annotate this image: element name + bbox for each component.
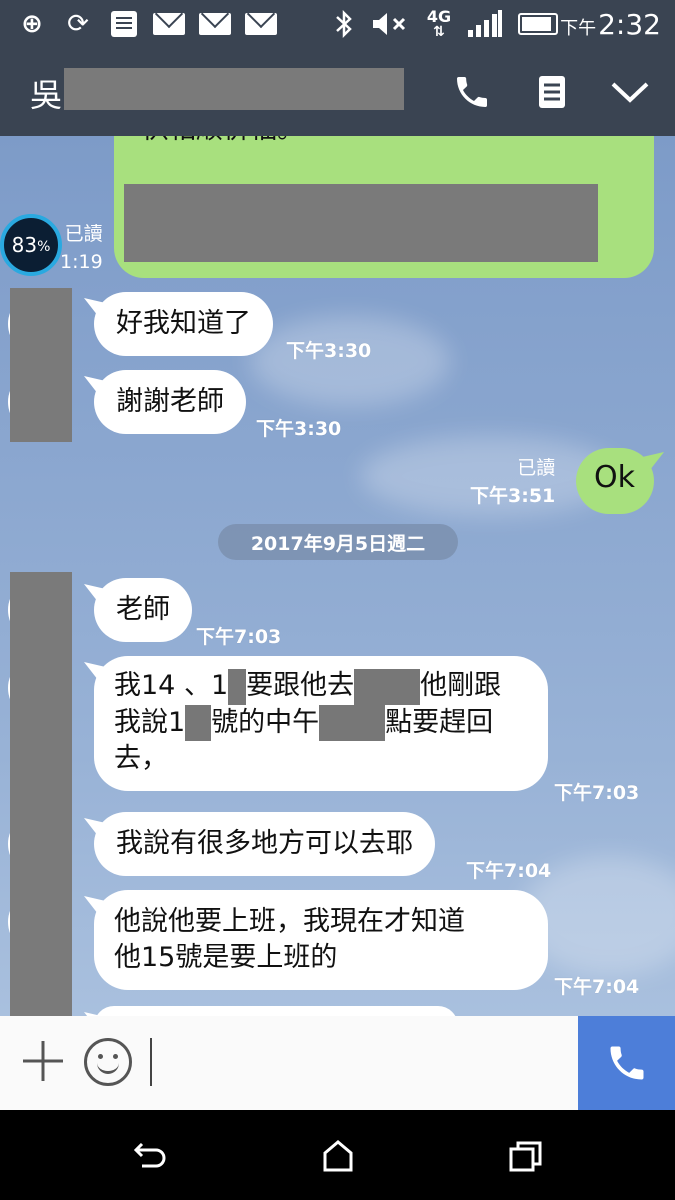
status-time-value: 2:32 [598,8,661,41]
plus-icon[interactable] [18,1036,68,1086]
network-4g-icon: 4G ⇅ [426,7,452,40]
mail-icon [244,10,278,38]
incoming-message-bubble[interactable]: 好我知道了 [94,292,273,356]
back-icon[interactable] [130,1136,170,1176]
read-receipt: 已讀 下午3:51 [470,454,555,510]
status-time-prefix: 下午 [560,18,597,39]
message-time: 下午7:03 [196,626,282,648]
message-text: 我說有很多地方可以去耶 [116,828,413,859]
message-time: 下午7:04 [466,860,552,882]
incoming-message-bubble[interactable]: 謝謝老師 [94,370,246,434]
read-receipt: 已讀 1:19 [60,220,103,276]
message-time: 1:19 [60,251,103,273]
recents-icon[interactable] [506,1136,546,1176]
notes-icon[interactable] [528,68,576,116]
incoming-message-bubble[interactable]: 我14 、1 要跟他去 他剛跟 我說1 號的中午 點要趕回 去， [94,656,548,791]
message-line: 我14 、1 要跟他去 他剛跟 [114,668,528,705]
redacted-avatar [10,572,72,1016]
message-text: 我14 、1 [114,670,229,701]
mail-icon [198,10,232,38]
bluetooth-icon [332,9,356,39]
chat-area[interactable]: 供相顺併福。 已讀 1:19 83% 好我知道了 下午3:30 謝謝老師 下午3… [0,136,675,1016]
redacted-text [319,705,386,741]
redacted-text [354,668,421,705]
battery-icon [516,10,560,38]
message-text: Ok [594,460,635,495]
chat-header: 吳 [0,48,675,136]
gauge-value: 83 [11,233,38,257]
status-time: 下午 2:32 [560,8,661,41]
date-divider: 2017年9月5日週二 [218,524,458,560]
sync-icon: ⟳ [67,9,89,39]
document-icon [110,10,138,38]
outgoing-message-bubble[interactable]: Ok [576,448,654,514]
emoji-icon[interactable] [84,1038,132,1086]
mute-icon [370,10,410,38]
incoming-message-bubble[interactable]: 我說有很多地方可以去耶 [94,812,435,876]
message-text: 老師 [116,594,170,625]
status-bar: ⊕ ⟳ 4G ⇅ 下午 2:32 [0,0,675,48]
message-time: 下午7:03 [554,782,640,804]
network-label: 4G [426,7,452,26]
message-line: 去， [114,741,528,777]
phone-icon[interactable] [448,68,496,116]
incoming-message-bubble[interactable] [94,1006,458,1016]
date-divider-label: 2017年9月5日週二 [250,532,426,555]
read-label: 已讀 [64,223,103,245]
incoming-message-bubble[interactable]: 他說他要上班，我現在才知道 他15號是要上班的 [94,890,548,990]
message-text: 去， [114,743,168,774]
message-text: 好我知道了 [116,308,251,339]
redacted-text [228,668,247,705]
message-time: 下午3:30 [286,340,372,362]
battery-overlay-gauge: 83% [0,214,62,276]
text-cursor [150,1038,152,1086]
chevron-down-icon[interactable] [606,68,654,116]
call-icon[interactable] [578,1016,675,1110]
message-text: 號的中午 [211,706,320,738]
message-time: 下午3:30 [256,418,342,440]
message-text: 他說他要上班，我現在才知道 [114,906,465,937]
mail-icon [152,10,186,38]
message-time: 下午3:51 [470,485,556,507]
message-text: 我說1 [114,706,186,738]
message-time: 下午7:04 [554,976,640,998]
gauge-unit: % [37,239,51,255]
message-text: 謝謝老師 [116,386,224,417]
message-text: 供相顺併福。 [142,136,304,144]
contact-name[interactable]: 吳 [30,70,62,116]
message-input[interactable] [148,1036,568,1088]
home-icon[interactable] [318,1136,358,1176]
outgoing-message-bubble[interactable]: 供相顺併福。 [114,136,654,278]
read-label: 已讀 [517,457,556,479]
add-icon: ⊕ [21,9,43,39]
redacted-name [64,68,404,110]
message-line: 我說1 號的中午 點要趕回 [114,705,528,741]
message-text: 他剛跟 [420,670,502,701]
redacted-content [124,184,598,262]
signal-icon [466,10,504,38]
message-text: 他15號是要上班的 [114,942,338,973]
redacted-avatar [10,288,72,442]
incoming-message-bubble[interactable]: 老師 [94,578,192,642]
message-text: 點要趕回 [385,706,494,738]
message-input-bar [0,1016,675,1110]
system-nav-bar [0,1110,675,1200]
redacted-text [185,705,212,741]
message-text: 要跟他去 [246,670,355,701]
